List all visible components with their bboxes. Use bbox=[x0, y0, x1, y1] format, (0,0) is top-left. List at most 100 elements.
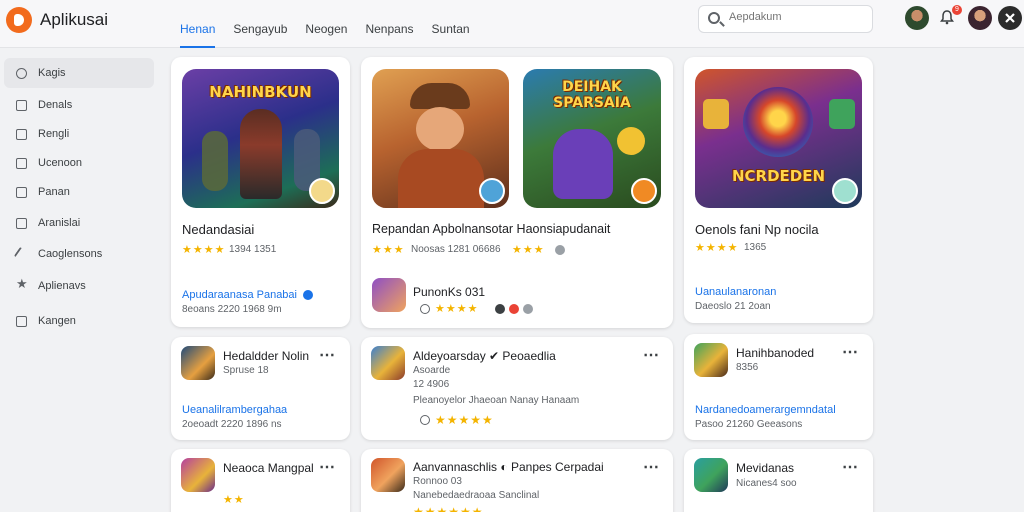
clock-icon bbox=[420, 304, 430, 314]
folder-icon bbox=[16, 187, 27, 198]
artwork-title: DEIHAK SPARSAIA bbox=[553, 79, 631, 111]
app-artwork[interactable]: NAHINBKUN bbox=[182, 69, 339, 208]
tab-bar: Henan Sengayub Neogen Nenpans Suntan bbox=[180, 22, 470, 48]
developer-link[interactable]: Uanaulanaronan bbox=[695, 286, 776, 298]
app-meta: 8356 bbox=[736, 362, 759, 373]
app-subtitle: Daeoslo 21 2oan bbox=[695, 301, 771, 312]
app-card[interactable]: NCRDEDEN Oenols fani Np nocila ★★★★ 1365… bbox=[684, 57, 873, 323]
sidebar-item-label: Panan bbox=[38, 186, 70, 198]
sidebar-item-label: Ucenoon bbox=[38, 157, 83, 169]
app-meta: Nicanes4 soo bbox=[736, 478, 797, 489]
sidebar-item-8[interactable]: ★ Aplienavs bbox=[4, 271, 154, 301]
sidebar-item-label: Rengli bbox=[38, 128, 70, 140]
sidebar-item-7[interactable]: Caoglensons bbox=[4, 239, 154, 269]
sidebar-item-label: Kagis bbox=[38, 67, 66, 79]
developer-link[interactable]: Apudaraanasa Panabai bbox=[182, 289, 297, 301]
search-box[interactable] bbox=[698, 5, 873, 33]
app-icon[interactable] bbox=[181, 346, 215, 380]
tab-2[interactable]: Sengayub bbox=[233, 22, 287, 48]
rating-stars: ★★ bbox=[223, 494, 245, 506]
app-meta: 12 4906 bbox=[413, 379, 450, 390]
rating-stars: ★★★★ bbox=[695, 242, 739, 254]
star-icon: ★ bbox=[16, 276, 28, 291]
tag-icon bbox=[509, 304, 519, 314]
sidebar-item-1[interactable]: Kagis bbox=[4, 58, 154, 88]
info-icon bbox=[555, 245, 565, 255]
more-options-icon[interactable]: ⋯ bbox=[319, 457, 336, 477]
app-title: Hanihbanoded bbox=[736, 346, 815, 360]
app-artwork[interactable]: DEIHAK SPARSAIA bbox=[523, 69, 661, 208]
top-bar: Aplikusai Henan Sengayub Neogen Nenpans … bbox=[0, 0, 1024, 48]
developer-link[interactable]: Nardanedoamerargemndatal bbox=[695, 404, 836, 416]
app-meta: Spruse 18 bbox=[223, 365, 269, 376]
sidebar-item-6[interactable]: Aranislai bbox=[4, 208, 154, 238]
sidebar-item-9[interactable]: Kangen bbox=[4, 306, 154, 336]
rating-stars: ★★★★ bbox=[182, 244, 226, 256]
sidebar-item-5[interactable]: Panan bbox=[4, 177, 154, 207]
app-list-card[interactable]: Neaoca Mangpal ⋯ ★★ bbox=[171, 449, 350, 512]
more-options-icon[interactable]: ⋯ bbox=[319, 345, 336, 365]
more-options-icon[interactable]: ⋯ bbox=[842, 457, 859, 477]
app-title: Mevidanas bbox=[736, 461, 795, 475]
sidebar-item-label: Denals bbox=[38, 99, 73, 111]
app-title: Nedandasiai bbox=[182, 222, 255, 237]
app-title: Repandan Apbolnansotar Haonsiapudanait bbox=[372, 222, 611, 236]
app-icon[interactable] bbox=[694, 343, 728, 377]
tab-3[interactable]: Neogen bbox=[305, 22, 347, 48]
tab-home[interactable]: Henan bbox=[180, 22, 216, 48]
developer-avatar[interactable] bbox=[372, 278, 406, 312]
user-avatar[interactable] bbox=[968, 6, 992, 30]
app-icon[interactable] bbox=[181, 458, 215, 492]
app-list-card-wide[interactable]: Aldeyoarsday ✔ Peoaedlia ⋯ Asoarde 12 49… bbox=[361, 337, 673, 440]
app-icon[interactable] bbox=[694, 458, 728, 492]
rating-stars: ★★★ bbox=[512, 244, 545, 256]
more-options-icon[interactable]: ⋯ bbox=[643, 457, 660, 477]
app-title: Aanvannaschlis ◐ Panpes Cerpadai bbox=[413, 460, 604, 474]
app-subtitle: Pasoo 21260 Geeasons bbox=[695, 419, 803, 430]
rocket-icon bbox=[13, 246, 30, 263]
library-icon bbox=[16, 129, 27, 140]
app-logo-icon[interactable] bbox=[6, 7, 32, 33]
app-list-card[interactable]: Hedaldder Nolin ⋯ Spruse 18 Ueanalilramb… bbox=[171, 337, 350, 440]
app-card[interactable]: NAHINBKUN Nedandasiai ★★★★ 1394 1351 Apu… bbox=[171, 57, 350, 327]
app-card-wide[interactable]: DEIHAK SPARSAIA Repandan Apbolnansotar H… bbox=[361, 57, 673, 328]
apps-launcher-icon[interactable] bbox=[998, 6, 1022, 30]
more-options-icon[interactable]: ⋯ bbox=[643, 345, 660, 365]
app-list-card-wide[interactable]: Aanvannaschlis ◐ Panpes Cerpadai ⋯ Ronno… bbox=[361, 449, 673, 512]
sidebar-item-4[interactable]: Ucenoon bbox=[4, 148, 154, 178]
book-icon bbox=[16, 218, 27, 229]
app-list-card[interactable]: Hanihbanoded ⋯ 8356 Nardanedoamerargemnd… bbox=[684, 334, 873, 440]
app-description: Pleanoyelor Jhaeoan Nanay Hanaam bbox=[413, 395, 580, 406]
sidebar-item-label: Caoglensons bbox=[38, 248, 103, 260]
rating-count: Noosas 1281 06686 bbox=[411, 244, 501, 255]
rating-stars: ★★★★★ bbox=[435, 413, 494, 427]
search-input[interactable] bbox=[729, 11, 867, 23]
rating-stars: ★★★ bbox=[372, 244, 405, 256]
grid-icon bbox=[16, 68, 27, 79]
app-description: Nanebedaedraoaa Sanclinal bbox=[413, 490, 540, 501]
app-icon[interactable] bbox=[371, 346, 405, 380]
app-title: Neaoca Mangpal bbox=[223, 461, 314, 475]
tab-5[interactable]: Suntan bbox=[432, 22, 470, 48]
tab-4[interactable]: Nenpans bbox=[365, 22, 413, 48]
sidebar-item-label: Kangen bbox=[38, 315, 76, 327]
app-meta: Asoarde bbox=[413, 365, 451, 376]
person-icon bbox=[16, 100, 27, 111]
app-artwork[interactable] bbox=[372, 69, 509, 208]
app-list-card[interactable]: Mevidanas ⋯ Nicanes4 soo bbox=[684, 449, 873, 512]
app-title: Aldeyoarsday ✔ Peoaedlia bbox=[413, 349, 556, 363]
app-title: Hedaldder Nolin bbox=[223, 349, 310, 363]
avatar[interactable] bbox=[905, 6, 929, 30]
sidebar-item-2[interactable]: Denals bbox=[4, 90, 154, 120]
sidebar-item-3[interactable]: Rengli bbox=[4, 119, 154, 149]
app-meta: Ronnoo 03 bbox=[413, 476, 462, 487]
sidebar-item-label: Aplienavs bbox=[38, 280, 86, 292]
clock-icon bbox=[420, 415, 430, 425]
share-icon bbox=[523, 304, 533, 314]
app-artwork[interactable]: NCRDEDEN bbox=[695, 69, 862, 208]
more-options-icon[interactable]: ⋯ bbox=[842, 342, 859, 362]
artwork-title: NAHINBKUN bbox=[209, 83, 312, 101]
developer-link[interactable]: Ueanalilrambergahaa bbox=[182, 404, 287, 416]
chat-icon bbox=[16, 158, 27, 169]
app-icon[interactable] bbox=[371, 458, 405, 492]
